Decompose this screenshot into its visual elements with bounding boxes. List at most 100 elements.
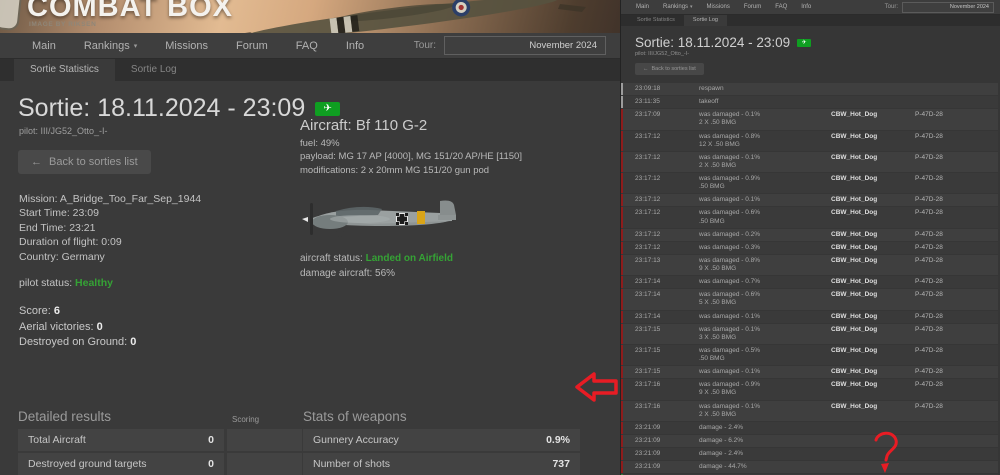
nav-item-main[interactable]: Main xyxy=(629,0,656,14)
page-title: Sortie: 18.11.2024 - 23:09 xyxy=(18,94,306,122)
pilot-status-value: Healthy xyxy=(75,277,113,290)
tour-label: Tour: xyxy=(413,40,436,51)
log-attacker: CBW_Hot_Dog xyxy=(831,132,878,140)
result-label: Total Aircraft xyxy=(28,434,86,446)
log-attacker xyxy=(831,437,915,445)
score-line-score: Score: 6 xyxy=(19,304,620,319)
nav-item-info[interactable]: Info xyxy=(332,33,378,58)
log-event-text: was damaged - 0.6% xyxy=(699,209,761,217)
log-attacker-aircraft: P-47D-28 xyxy=(915,132,943,140)
log-time: 23:21:09 xyxy=(635,436,661,444)
nav-item-info[interactable]: Info xyxy=(794,0,818,14)
log-event-text: was damaged - 0.9% xyxy=(699,175,761,182)
log-event-text: damage - 44.7% xyxy=(699,463,747,471)
log-event: takeoff xyxy=(699,98,831,106)
log-event: was damaged - 0.1% xyxy=(699,368,831,376)
plane-icon: ✈ xyxy=(323,102,332,114)
nav-item-missions[interactable]: Missions xyxy=(151,33,222,58)
nav-item-label: FAQ xyxy=(295,39,318,52)
log-event-text: was damaged - 0.1% xyxy=(699,325,761,333)
result-cell: Total Aircraft 0 xyxy=(18,429,224,451)
log-attacker-aircraft xyxy=(915,85,998,93)
tab-sortie-log[interactable]: Sortie Log xyxy=(115,59,193,81)
log-time: 23:17:09 xyxy=(635,111,661,119)
banner-credit: IMAGE BY RIKSEN xyxy=(29,21,97,28)
tab-sortie-statistics[interactable]: Sortie Statistics xyxy=(628,15,684,26)
log-event-detail: 5 X .50 BMG xyxy=(699,299,737,307)
log-time: 23:17:13 xyxy=(635,256,661,264)
log-attacker-aircraft: P-47D-28 xyxy=(915,402,943,410)
sortie-log-table: 23:09:18 respawn 23:11:35 takeoff 23:17:09 wa… xyxy=(621,83,998,475)
log-attacker: CBW_Hot_Dog xyxy=(831,381,878,389)
nav-item-missions[interactable]: Missions xyxy=(700,0,737,14)
nav-item-label: Rankings xyxy=(83,39,130,52)
log-event: damage - 44.7% xyxy=(699,463,831,471)
log-attacker-aircraft xyxy=(915,463,998,471)
tab-sortie-statistics[interactable]: Sortie Statistics xyxy=(14,59,115,81)
log-time: 23:17:15 xyxy=(635,368,661,376)
log-attacker: CBW_Hot_Dog xyxy=(831,196,878,204)
log-event: was damaged - 0.5% .50 BMG xyxy=(699,347,831,363)
nav-item-rankings[interactable]: Rankings ▾ xyxy=(70,33,151,58)
log-event-detail: 9 X .50 BMG xyxy=(699,265,737,272)
nav-item-label: Missions xyxy=(165,39,209,52)
back-button-label: Back to sorties list xyxy=(651,66,696,72)
log-event: damage - 2.4% xyxy=(699,450,831,458)
log-attacker-aircraft: P-47D-28 xyxy=(915,346,943,354)
scoring-column-header: Scoring xyxy=(232,415,260,424)
score-label: Destroyed on Ground: xyxy=(19,336,131,349)
log-row: 23:17:09 was damaged - 0.1% 2 X .50 BMG CBW… xyxy=(621,109,998,130)
back-to-sorties-button-small[interactable]: ← Back to sorties list xyxy=(635,63,704,75)
weapon-value: 0.9% xyxy=(546,434,570,446)
log-attacker-aircraft: P-47D-28 xyxy=(915,381,943,389)
score-label: Aerial victories: xyxy=(19,320,97,333)
log-attacker: CBW_Hot_Dog xyxy=(831,291,878,299)
back-arrow-icon: ← xyxy=(643,66,649,72)
aircraft-details: fuel: 49% payload: MG 17 AP [4000], MG 15… xyxy=(300,137,600,177)
main-nav: Main Rankings ▾ Missions Forum FAQ Info Tour: No… xyxy=(0,33,620,59)
log-row: 23:17:12 was damaged - 0.1% CBW_Hot_Dog P-4… xyxy=(621,194,998,207)
log-attacker: CBW_Hot_Dog xyxy=(831,230,878,238)
tab-sortie-log[interactable]: Sortie Log xyxy=(683,15,727,26)
log-attacker-aircraft xyxy=(915,98,998,106)
info-line: payload: MG 17 AP [4000], MG 151/20 AP/H… xyxy=(300,151,522,163)
sortie-log-page: Main Rankings ▾ Missions Forum FAQ Info Tour: No… xyxy=(620,0,1000,475)
plane-icon: ✈ xyxy=(801,39,807,46)
caret-down-icon: ▾ xyxy=(690,4,693,10)
back-to-sorties-button[interactable]: ← Back to sorties list xyxy=(18,150,151,174)
log-row: 23:11:35 takeoff xyxy=(621,96,998,109)
info-line: Mission: A_Bridge_Too_Far_Sep_1944 xyxy=(19,193,202,205)
site-banner: COMBAT BOX IMAGE BY RIKSEN xyxy=(0,0,620,33)
log-event: was damaged - 0.9% 9 X .50 BMG xyxy=(699,381,831,397)
log-attacker-aircraft: P-47D-28 xyxy=(915,175,943,182)
log-event: was damaged - 0.8% 9 X .50 BMG xyxy=(699,257,831,273)
nav-item-forum[interactable]: Forum xyxy=(737,0,768,14)
nav-item-forum[interactable]: Forum xyxy=(222,33,282,58)
log-event-text: was damaged - 0.1% xyxy=(699,402,761,410)
log-time: 23:21:09 xyxy=(635,463,661,471)
log-event: was damaged - 0.1% 2 X .50 BMG xyxy=(699,111,831,127)
nav-item-faq[interactable]: FAQ xyxy=(768,0,794,14)
log-event-text: was damaged - 0.5% xyxy=(699,346,761,354)
tour-select[interactable]: November 2024 xyxy=(902,1,994,13)
log-time: 23:17:12 xyxy=(635,243,661,251)
log-event: respawn xyxy=(699,85,831,93)
nav-item-rankings[interactable]: Rankings ▾ xyxy=(656,0,700,14)
result-value: 0 xyxy=(208,434,214,446)
log-attacker: CBW_Hot_Dog xyxy=(831,209,878,217)
log-attacker-aircraft: P-47D-28 xyxy=(915,325,943,333)
log-time: 23:21:09 xyxy=(635,423,661,431)
nav-item-label: Main xyxy=(636,4,650,10)
nav-item-main[interactable]: Main xyxy=(18,33,70,58)
log-row: 23:17:14 was damaged - 0.6% 5 X .50 BMG CBW… xyxy=(621,289,998,310)
weapon-label: Number of shots xyxy=(313,458,391,470)
tour-select[interactable]: November 2024 xyxy=(444,36,606,55)
log-attacker-aircraft: P-47D-28 xyxy=(915,230,943,238)
log-attacker: CBW_Hot_Dog xyxy=(831,153,878,161)
tour-selector: Tour: November 2024 xyxy=(414,36,620,55)
score-label: Score: xyxy=(19,305,54,318)
table-row-number-of-shots: Number of shots 737 xyxy=(303,453,580,475)
log-time: 23:17:16 xyxy=(635,381,661,389)
log-row: 23:21:09 damage - 2.4% xyxy=(621,421,998,434)
nav-item-faq[interactable]: FAQ xyxy=(282,33,332,58)
